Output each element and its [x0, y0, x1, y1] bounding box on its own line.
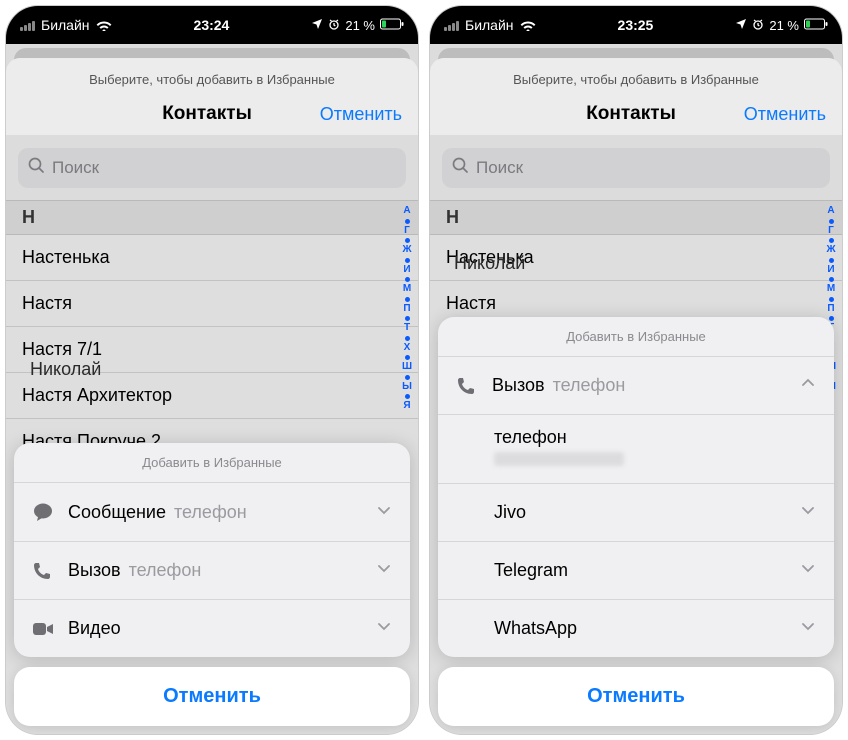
battery-icon: [804, 18, 828, 33]
carrier-label: Билайн: [465, 17, 514, 33]
search-input[interactable]: Поиск: [442, 148, 830, 188]
battery-pct: 21 %: [769, 18, 799, 33]
sheet-row-sub: телефон: [553, 375, 626, 396]
location-icon: [735, 18, 747, 33]
phone-icon: [32, 561, 68, 581]
sheet-row-call[interactable]: Вызов телефон: [14, 542, 410, 600]
sheet-option-phone[interactable]: телефон: [438, 415, 834, 484]
chevron-down-icon: [800, 560, 816, 581]
sheet-title: Добавить в Избранные: [14, 443, 410, 483]
header-subtitle: Выберите, чтобы добавить в Избранные: [22, 72, 402, 87]
location-icon: [311, 18, 323, 33]
alarm-icon: [328, 18, 340, 33]
clock: 23:25: [618, 17, 654, 33]
chevron-down-icon: [800, 618, 816, 639]
sheet-row-call-expanded[interactable]: Вызов телефон: [438, 357, 834, 415]
search-icon: [28, 157, 45, 179]
sheet-option-jivo[interactable]: Jivo: [438, 484, 834, 542]
modal-header: Выберите, чтобы добавить в Избранные Кон…: [430, 58, 842, 135]
status-bar: Билайн 23:24 21 %: [6, 6, 418, 44]
option-label: Telegram: [494, 560, 568, 581]
contact-row[interactable]: Настенька: [6, 235, 418, 281]
sheet-row-video[interactable]: Видео: [14, 600, 410, 657]
contact-row-peek: Николай: [454, 253, 525, 274]
alpha-index[interactable]: А Г Ж И М П Т Х Ш Ы Я: [398, 206, 416, 412]
search-icon: [452, 157, 469, 179]
phone-right: Билайн 23:25 21 % Выберите, чтобы добави…: [430, 6, 842, 734]
signal-icon: [20, 19, 35, 31]
wifi-icon: [520, 19, 536, 31]
message-icon: [32, 501, 68, 523]
action-sheet: Николай Добавить в Избранные Вызов телеф…: [438, 317, 834, 726]
sheet-cancel-button[interactable]: Отменить: [438, 667, 834, 726]
sheet-cancel-button[interactable]: Отменить: [14, 667, 410, 726]
sheet-row-label: Сообщение: [68, 502, 166, 523]
header-title: Контакты: [586, 103, 676, 125]
header-cancel-button[interactable]: Отменить: [302, 104, 402, 125]
chevron-down-icon: [376, 502, 392, 523]
phone-left: Билайн 23:24 21 % Выберите, чтобы добави…: [6, 6, 418, 734]
phone-number-blurred: [494, 452, 624, 466]
sheet-option-telegram[interactable]: Telegram: [438, 542, 834, 600]
chevron-down-icon: [376, 618, 392, 639]
chevron-up-icon: [800, 375, 816, 396]
option-label: WhatsApp: [494, 618, 577, 639]
header-cancel-button[interactable]: Отменить: [726, 104, 826, 125]
modal-header: Выберите, чтобы добавить в Избранные Кон…: [6, 58, 418, 135]
sheet-row-message[interactable]: Сообщение телефон: [14, 483, 410, 542]
chevron-down-icon: [800, 502, 816, 523]
section-header: Н: [430, 200, 842, 235]
battery-pct: 21 %: [345, 18, 375, 33]
contact-row[interactable]: Настя: [6, 281, 418, 327]
section-header: Н: [6, 200, 418, 235]
sheet-row-label: Видео: [68, 618, 121, 639]
phone-icon: [456, 376, 492, 396]
chevron-down-icon: [376, 560, 392, 581]
sheet-title: Добавить в Избранные: [438, 317, 834, 357]
battery-icon: [380, 18, 404, 33]
status-bar: Билайн 23:25 21 %: [430, 6, 842, 44]
clock: 23:24: [194, 17, 230, 33]
signal-icon: [444, 19, 459, 31]
wifi-icon: [96, 19, 112, 31]
sheet-row-sub: телефон: [129, 560, 202, 581]
search-placeholder: Поиск: [52, 158, 99, 178]
sheet-row-sub: телефон: [174, 502, 247, 523]
search-input[interactable]: Поиск: [18, 148, 406, 188]
header-title: Контакты: [162, 103, 252, 125]
video-icon: [32, 621, 68, 637]
sheet-row-label: Вызов: [68, 560, 121, 581]
carrier-label: Билайн: [41, 17, 90, 33]
sheet-option-whatsapp[interactable]: WhatsApp: [438, 600, 834, 657]
option-label: Jivo: [494, 502, 526, 523]
alarm-icon: [752, 18, 764, 33]
action-sheet: Николай Добавить в Избранные Сообщение т…: [14, 443, 410, 726]
search-placeholder: Поиск: [476, 158, 523, 178]
sheet-row-label: Вызов: [492, 375, 545, 396]
option-label: телефон: [494, 427, 816, 448]
contact-row-peek: Николай: [30, 359, 101, 380]
header-subtitle: Выберите, чтобы добавить в Избранные: [446, 72, 826, 87]
